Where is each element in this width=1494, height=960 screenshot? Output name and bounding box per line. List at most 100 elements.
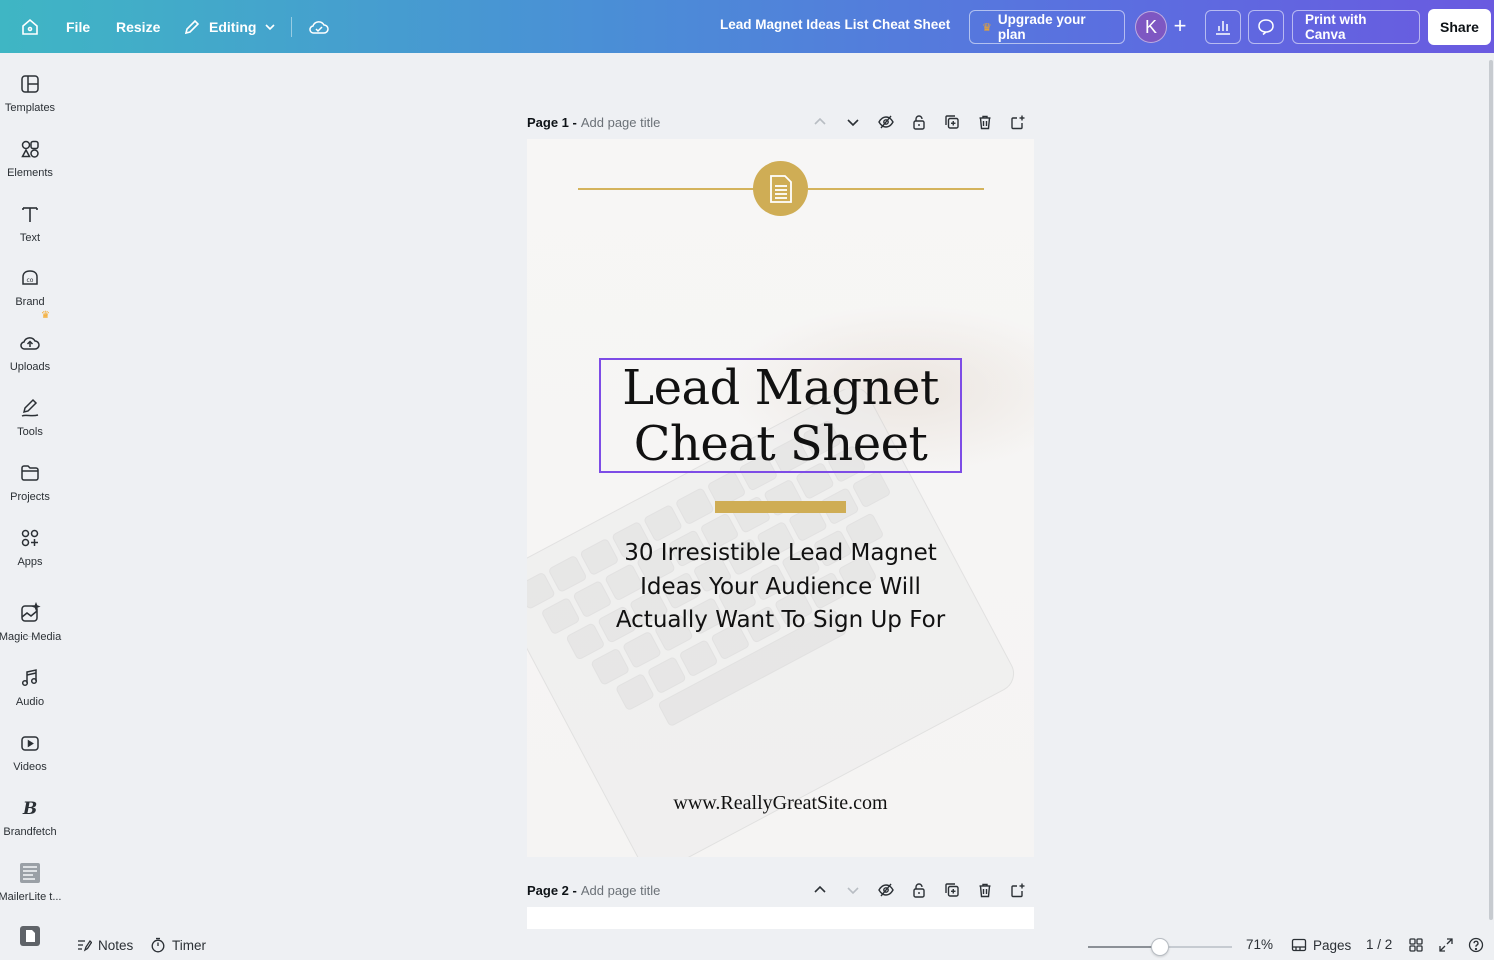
help-icon (1468, 937, 1484, 953)
add-page-button[interactable] (1001, 880, 1034, 900)
delete-page-button[interactable] (968, 880, 1001, 900)
chevron-down-icon (846, 119, 859, 127)
notes-label: Notes (98, 937, 134, 953)
page-1-title-input[interactable]: Add page title (581, 115, 661, 130)
duplicate-page-button[interactable] (935, 880, 968, 900)
sidebar-item-brandfetch[interactable]: B Brandfetch (0, 797, 60, 857)
lock-page-button[interactable] (902, 112, 935, 132)
page-2-title-input[interactable]: Add page title (581, 883, 661, 898)
vertical-scrollbar[interactable] (1489, 60, 1493, 920)
gold-accent-bar[interactable] (715, 501, 846, 513)
brand-icon: co (22, 270, 38, 285)
file-menu[interactable]: File (58, 9, 98, 45)
zoom-level[interactable]: 71% (1246, 937, 1273, 952)
decorative-line-left (578, 188, 754, 190)
cloud-check-icon (309, 21, 329, 34)
editing-label: Editing (209, 19, 257, 35)
page-counter[interactable]: 1 / 2 (1366, 937, 1392, 952)
zoom-value: 71% (1246, 937, 1274, 952)
upgrade-label: Upgrade your plan (997, 12, 1086, 42)
pages-button[interactable]: Pages (1291, 937, 1351, 953)
move-page-down-button[interactable] (836, 112, 869, 132)
magic-media-icon (21, 602, 41, 622)
sidebar-item-apps[interactable]: Apps (0, 527, 60, 587)
subtitle-line-1: 30 Irresistible Lead Magnet (624, 540, 937, 566)
move-page-down-button[interactable] (836, 880, 869, 900)
cloud-save-button[interactable] (300, 9, 338, 45)
zoom-slider-fill (1088, 946, 1160, 948)
resize-label: Resize (116, 19, 161, 35)
sidebar-label: Tools (17, 426, 43, 438)
resize-button[interactable]: Resize (108, 9, 168, 45)
text-icon (22, 207, 38, 222)
sidebar-item-uploads[interactable]: Uploads (0, 332, 60, 392)
eye-slash-icon (877, 115, 894, 129)
pages-label: Pages (1313, 937, 1352, 953)
move-page-up-button[interactable] (803, 880, 836, 900)
lock-page-button[interactable] (902, 880, 935, 900)
bar-chart-icon (1216, 21, 1230, 35)
sidebar-label: Audio (15, 696, 45, 708)
expand-icon (1439, 938, 1453, 952)
duplicate-page-button[interactable] (935, 112, 968, 132)
page-2-name: Page 2 - (527, 882, 577, 898)
sidebar-label: Elements (7, 167, 53, 179)
fullscreen-button[interactable] (1438, 937, 1454, 953)
apps-icon (21, 529, 39, 547)
website-text[interactable]: www.ReallyGreatSite.com (527, 792, 1034, 815)
hide-page-button[interactable] (869, 880, 902, 900)
chevron-up-icon (813, 117, 826, 125)
subtitle-text-box[interactable]: 30 Irresistible Lead Magnet Ideas Your A… (587, 537, 974, 638)
move-page-up-button[interactable] (803, 112, 836, 132)
toolbar-divider (291, 17, 292, 37)
page-2-canvas[interactable] (527, 907, 1034, 929)
sidebar-item-templates[interactable]: Templates (0, 73, 60, 133)
trash-icon (979, 115, 990, 130)
sidebar-label: Brand (15, 296, 45, 308)
sidebar-item-brand[interactable]: co Brand (0, 267, 60, 327)
eye-slash-icon (877, 883, 894, 897)
notes-icon (78, 939, 92, 952)
add-page-icon (1010, 883, 1024, 898)
document-title[interactable]: Lead Magnet Ideas List Cheat Sheet (720, 17, 950, 32)
add-page-button[interactable] (1001, 112, 1034, 132)
sidebar-item-elements[interactable]: Elements (0, 138, 60, 198)
insights-button[interactable] (1205, 10, 1241, 44)
sidebar-item-audio[interactable]: Audio (0, 667, 60, 727)
upgrade-plan-button[interactable]: ♛ Upgrade your plan (969, 10, 1125, 44)
page-1-canvas[interactable]: Lead Magnet Cheat Sheet 30 Irresistible … (527, 139, 1034, 857)
help-button[interactable] (1468, 937, 1484, 953)
print-with-canva-button[interactable]: Print with Canva (1292, 10, 1420, 44)
sidebar-item-magic-media[interactable]: Magic Media (0, 602, 61, 662)
subtitle-line-2: Ideas Your Audience Will (640, 573, 921, 600)
sidebar-item-videos[interactable]: Videos (0, 732, 60, 792)
hide-page-button[interactable] (869, 112, 902, 132)
editing-dropdown[interactable]: Editing (175, 9, 284, 45)
zoom-slider-handle[interactable] (1151, 938, 1169, 956)
chevron-down-icon (265, 24, 276, 31)
share-button[interactable]: Share (1428, 9, 1491, 45)
sidebar-item-text[interactable]: Text (0, 203, 60, 263)
notes-button[interactable]: Notes (76, 937, 133, 953)
avatar[interactable]: K (1135, 11, 1167, 43)
timer-button[interactable]: Timer (150, 937, 206, 953)
video-icon (21, 736, 39, 751)
timer-label: Timer (172, 937, 206, 953)
heading-text-box-selected[interactable]: Lead Magnet Cheat Sheet (599, 358, 962, 473)
duplicate-icon (944, 115, 959, 129)
sidebar-item-mailerlite[interactable]: MailerLite t... (0, 862, 61, 922)
sidebar-item-more[interactable] (0, 925, 60, 955)
document-app-icon (20, 926, 40, 946)
comments-button[interactable] (1248, 10, 1284, 44)
add-collaborator-button[interactable]: + (1169, 13, 1191, 38)
zoom-slider[interactable] (1088, 938, 1232, 956)
comment-icon (1258, 19, 1274, 36)
grid-view-button[interactable] (1408, 937, 1424, 953)
sidebar-item-projects[interactable]: Projects (0, 462, 60, 522)
page-2-header: Page 2 - Add page title (527, 880, 1034, 900)
delete-page-button[interactable] (968, 112, 1001, 132)
sidebar-item-tools[interactable]: Tools (0, 397, 60, 457)
top-bar: File Resize Editing Lead Magnet Ideas Li… (0, 0, 1494, 53)
home-button[interactable] (12, 9, 48, 45)
templates-icon (21, 75, 39, 93)
